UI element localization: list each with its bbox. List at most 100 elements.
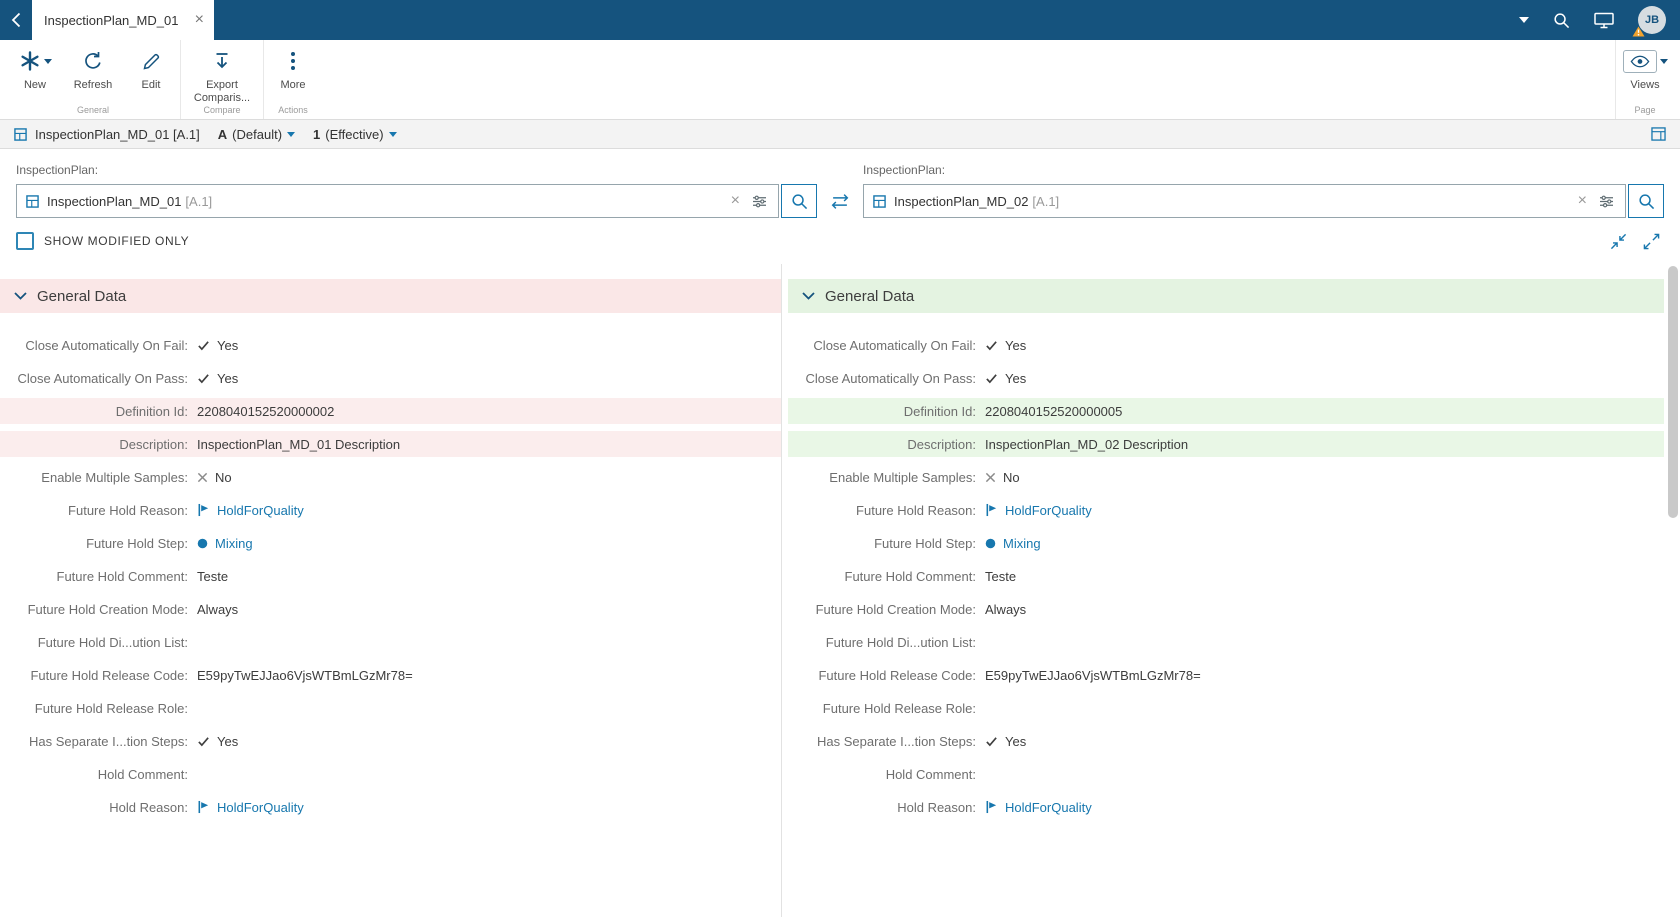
scrollbar-thumb[interactable] <box>1668 266 1678 518</box>
comparison-row: Future Hold Creation Mode: Always <box>0 596 781 622</box>
toolbar-group-label: Actions <box>278 105 308 115</box>
comparison-row: Close Automatically On Pass: Yes <box>0 365 781 391</box>
clear-icon[interactable]: × <box>729 193 742 209</box>
comparison-row: Close Automatically On Fail: Yes <box>0 332 781 358</box>
field-label: Future Hold Creation Mode: <box>815 601 976 617</box>
effectivity-label: (Effective) <box>325 126 384 142</box>
comparison-row: Future Hold Step: Mixing <box>0 530 781 556</box>
comparison-row: Enable Multiple Samples: No <box>788 464 1664 490</box>
value-text: E59pyTwEJJao6VjsWTBmLGzMr78= <box>197 667 413 683</box>
entity-link[interactable]: HoldForQuality <box>217 800 304 815</box>
field-label: Hold Comment: <box>885 766 976 782</box>
field-label: Hold Comment: <box>97 766 188 782</box>
vertical-scrollbar[interactable] <box>1668 266 1678 915</box>
value-text: 2208040152520000002 <box>197 403 335 419</box>
export-button-label: Export Comparis... <box>193 79 251 104</box>
comparison-row: Close Automatically On Fail: Yes <box>788 332 1664 358</box>
monitor-icon[interactable] <box>1594 12 1614 29</box>
compare-selectors: InspectionPlan: InspectionPlan_MD_01 [A.1… <box>0 149 1680 224</box>
details-panel-icon[interactable] <box>1651 127 1666 141</box>
more-button[interactable]: More <box>264 40 322 105</box>
entity-link[interactable]: HoldForQuality <box>1005 503 1092 518</box>
breadcrumb: InspectionPlan_MD_01 [A.1] A (Default) 1… <box>0 120 1680 149</box>
ellipsis-icon <box>290 51 296 71</box>
cross-icon <box>197 472 208 483</box>
comparison-row: Definition Id: 2208040152520000002 <box>0 398 781 424</box>
entity-link[interactable]: Mixing <box>1003 536 1041 551</box>
section-title: General Data <box>825 287 915 305</box>
toolbar-group-compare: Export Comparis... Compare <box>180 40 263 119</box>
field-value: InspectionPlan_MD_02 Description <box>985 437 1188 452</box>
left-inspectionplan-input[interactable]: InspectionPlan_MD_01 [A.1] × <box>16 184 779 218</box>
back-button[interactable] <box>0 0 32 40</box>
comparison-row: Future Hold Step: Mixing <box>788 530 1664 556</box>
entity-icon <box>873 194 886 208</box>
right-inspectionplan-input[interactable]: InspectionPlan_MD_02 [A.1] × <box>863 184 1626 218</box>
comparison-row: Hold Comment: <box>0 761 781 787</box>
show-modified-only-checkbox[interactable] <box>16 232 34 250</box>
right-search-button[interactable] <box>1628 184 1664 218</box>
export-comparison-button[interactable]: Export Comparis... <box>181 40 263 105</box>
check-icon <box>197 372 210 385</box>
effectivity-dropdown[interactable]: 1 (Effective) <box>313 127 397 142</box>
field-label: Future Hold Step: <box>86 535 188 551</box>
field-label: Future Hold Creation Mode: <box>27 601 188 617</box>
comparison-row: Future Hold Reason: HoldForQuality <box>0 497 781 523</box>
swap-button[interactable] <box>827 184 853 218</box>
edit-button[interactable]: Edit <box>122 40 180 105</box>
search-icon[interactable] <box>1553 12 1570 29</box>
field-label: Enable Multiple Samples: <box>41 469 188 485</box>
new-button[interactable]: New <box>6 40 64 105</box>
version-dropdown[interactable]: A (Default) <box>218 127 296 142</box>
tab-inspectionplan[interactable]: InspectionPlan_MD_01 × <box>32 0 214 40</box>
left-selector: InspectionPlan: InspectionPlan_MD_01 [A.1… <box>16 163 817 218</box>
entity-link[interactable]: HoldForQuality <box>217 503 304 518</box>
sliders-icon[interactable] <box>1597 195 1616 208</box>
avatar[interactable]: JB <box>1632 6 1666 37</box>
comparison-row: Has Separate I...tion Steps: Yes <box>0 728 781 754</box>
sliders-icon[interactable] <box>750 195 769 208</box>
comparison-row: Future Hold Di...ution List: <box>0 629 781 655</box>
comparison-row: Hold Reason: HoldForQuality <box>0 794 781 820</box>
collapse-all-icon[interactable] <box>1610 233 1627 250</box>
views-button-label: Views <box>1630 79 1660 91</box>
check-icon <box>197 735 210 748</box>
clear-icon[interactable]: × <box>1576 193 1589 209</box>
field-value: 2208040152520000002 <box>197 404 334 419</box>
field-label: Close Automatically On Pass: <box>17 370 188 386</box>
field-value: No <box>985 470 1020 485</box>
field-label: Future Hold Comment: <box>56 568 189 584</box>
entity-icon <box>14 127 27 141</box>
entity-icon <box>26 194 39 208</box>
refresh-button[interactable]: Refresh <box>64 40 122 105</box>
field-label: Has Separate I...tion Steps: <box>817 733 976 749</box>
field-value: E59pyTwEJJao6VjsWTBmLGzMr78= <box>985 668 1201 683</box>
chevron-down-icon <box>287 131 296 137</box>
value-text: 2208040152520000005 <box>985 403 1123 419</box>
general-data-section-header-left[interactable]: General Data <box>0 279 781 313</box>
close-icon[interactable]: × <box>195 12 204 28</box>
views-button[interactable]: Views <box>1616 40 1674 105</box>
left-search-button[interactable] <box>781 184 817 218</box>
toolbar-group-label: Page <box>1634 105 1656 115</box>
field-value: Yes <box>985 734 1026 749</box>
expand-all-icon[interactable] <box>1643 233 1660 250</box>
show-modified-only-label[interactable]: SHOW MODIFIED ONLY <box>44 234 189 248</box>
breadcrumb-entity[interactable]: InspectionPlan_MD_01 [A.1] <box>35 127 200 142</box>
comparison-row: Future Hold Release Role: <box>0 695 781 721</box>
field-label: Close Automatically On Fail: <box>25 337 188 353</box>
field-value: Yes <box>985 371 1026 386</box>
refresh-button-label: Refresh <box>73 79 113 91</box>
input-value: InspectionPlan_MD_01 <box>47 193 182 209</box>
field-label: Future Hold Reason: <box>68 502 188 518</box>
entity-link[interactable]: HoldForQuality <box>1005 800 1092 815</box>
general-data-section-header-right[interactable]: General Data <box>788 279 1664 313</box>
field-label: Close Automatically On Fail: <box>813 337 976 353</box>
field-value: Yes <box>197 371 238 386</box>
warning-icon <box>1632 26 1645 37</box>
chevron-down-icon[interactable] <box>1519 17 1529 23</box>
entity-link[interactable]: Mixing <box>215 536 253 551</box>
chevron-down-icon[interactable] <box>802 292 815 300</box>
right-selector-label: InspectionPlan: <box>863 163 946 177</box>
chevron-down-icon[interactable] <box>14 292 27 300</box>
